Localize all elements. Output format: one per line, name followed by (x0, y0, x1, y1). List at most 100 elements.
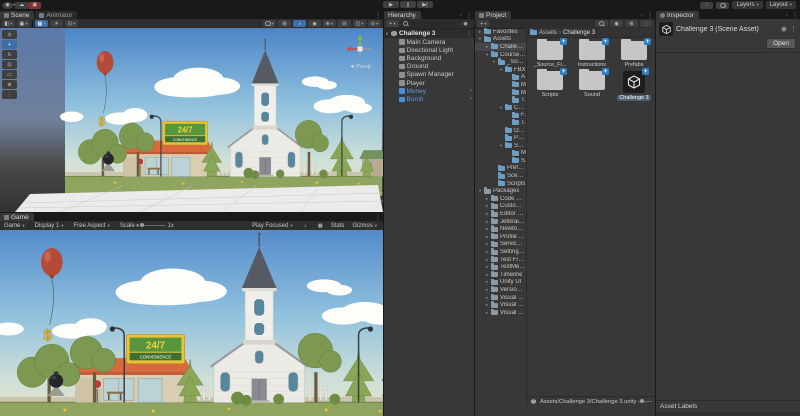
transform-tool-button[interactable]: ⊕ (2, 80, 17, 89)
project-search-icon[interactable] (595, 20, 608, 27)
scale-tool-button[interactable]: ⊡ (2, 60, 17, 69)
tab-animator[interactable]: Animator (35, 11, 78, 19)
cloud-icon[interactable]: ☁ (15, 1, 29, 9)
expander-icon[interactable]: ▸ (484, 203, 490, 209)
component-icons-dropdown[interactable]: ◫ ▾ (353, 20, 366, 27)
project-menu-icon[interactable]: ⋮ (645, 12, 655, 19)
hierarchy-item[interactable]: Background (384, 54, 474, 62)
expander-icon[interactable]: ▸ (484, 310, 490, 316)
expander-icon[interactable]: ▾ (491, 59, 497, 65)
hierarchy-item[interactable]: Bomb › (384, 95, 474, 103)
grid-item[interactable]: + Challenge 3 (613, 68, 655, 101)
gizmos-dropdown-scene[interactable]: ⊙ ▾ (368, 20, 381, 27)
hierarchy-add-button[interactable]: + ▾ (386, 20, 399, 27)
inspector-help-icon[interactable]: ◉ (781, 25, 787, 33)
grid-zoom-slider[interactable] (638, 399, 653, 404)
project-tree-item[interactable]: ▾ _Source_Files (475, 58, 526, 66)
expander-icon[interactable]: ▸ (484, 295, 490, 301)
scene-audio-toggle[interactable]: ♪ (293, 20, 306, 27)
game-panel-menu-icon[interactable]: ⋮ (373, 214, 383, 221)
project-tree-item[interactable]: ▸ Services Core (475, 240, 526, 249)
project-tree-item[interactable]: Music (475, 149, 526, 158)
move-tool-button[interactable]: + (2, 40, 17, 49)
project-tree-item[interactable]: ▸ Editor Coroutines (475, 210, 526, 218)
collab-alert-icon[interactable]: ▣ (28, 1, 42, 9)
project-tree-item[interactable]: ▸ Timeline (475, 271, 526, 279)
expander-icon[interactable]: ▸ (484, 211, 490, 217)
project-tree-item[interactable]: ▾ Characters (475, 103, 526, 112)
project-tree-item[interactable]: Textures (475, 96, 526, 104)
hierarchy-item[interactable]: Spawn Manager (384, 71, 474, 79)
project-tree-item[interactable]: ▾ Sound (475, 141, 526, 150)
account-icon[interactable]: ◉ (2, 1, 13, 9)
lighting-toggle[interactable]: ☀ (50, 20, 63, 27)
scene-gizmo-btn-2[interactable]: ⊟ (338, 20, 351, 27)
rect-tool-button[interactable]: ▭ (2, 70, 17, 79)
expander-icon[interactable]: ▸ (484, 234, 490, 240)
view-tool-button[interactable]: ⊙ (2, 30, 17, 39)
project-tree-item[interactable]: ▸ Unity UI (475, 278, 526, 287)
hierarchy-search-input[interactable] (401, 20, 457, 27)
hierarchy-item[interactable]: Ground (384, 63, 474, 71)
project-hidden-icon[interactable]: ⊞ (625, 20, 638, 27)
undo-history-icon[interactable]: ◌ (700, 1, 714, 9)
project-tree-item[interactable]: ▸ Favorites (475, 28, 526, 36)
custom-tool-button[interactable]: ⋮ (2, 90, 17, 99)
project-tree-item[interactable]: ▸ Visual Scripting (475, 293, 526, 302)
tab-project[interactable]: Project (475, 11, 512, 19)
project-tree-item[interactable]: Prefabs (475, 164, 526, 173)
expander-icon[interactable]: ▸ (484, 241, 490, 247)
expander-icon[interactable]: ▸ (484, 279, 490, 285)
expander-icon[interactable]: ▾ (498, 67, 504, 73)
draw-mode-dropdown[interactable]: ◧ ▾ (2, 20, 15, 27)
tab-scene[interactable]: Scene (0, 11, 35, 19)
expander-icon[interactable]: ▸ (484, 226, 490, 232)
step-button[interactable]: ▶| (417, 1, 433, 8)
play-button[interactable]: ▶ (383, 1, 399, 8)
expander-icon[interactable]: ▸ (484, 257, 490, 263)
project-tree-item[interactable]: ▸ JetBrains Rider Editor (475, 217, 526, 226)
breadcrumb-current[interactable]: Challenge 3 (563, 30, 595, 36)
search-icon[interactable] (716, 1, 730, 9)
scene-search-icon[interactable]: ▾ (263, 20, 276, 27)
grid-item[interactable]: + _Source_Fi... (529, 38, 571, 68)
project-tree-item[interactable]: ▸ Profile Analyzer (475, 233, 526, 241)
project-tree-item[interactable]: ▸ Challenge 3 (475, 43, 526, 51)
project-add-button[interactable]: + ▾ (477, 20, 490, 27)
panel-menu-icon[interactable]: ⋮ (373, 12, 383, 19)
project-tree-item[interactable]: ▸ Visual Studio Code (475, 301, 526, 309)
breadcrumb-root[interactable]: Assets (539, 30, 557, 36)
open-scene-button[interactable]: Open (766, 38, 796, 49)
hierarchy-menu-icon[interactable]: ⋮ (464, 12, 474, 19)
effects-dropdown[interactable]: ⊡ ▾ (65, 20, 78, 27)
project-tree-item[interactable]: Materials (475, 81, 526, 89)
scene-gizmo-btn-1[interactable]: ⊕ ▾ (323, 20, 336, 27)
expander-icon[interactable]: ▾ (498, 143, 504, 149)
expander-icon[interactable]: ▸ (484, 264, 490, 270)
expander-icon[interactable]: ▾ (477, 36, 483, 42)
gizmos-dropdown-game[interactable]: Gizmos ▾ (348, 222, 381, 230)
project-tree-item[interactable]: ▸ Custom NUnit (475, 202, 526, 211)
hierarchy-item[interactable]: Money › (384, 87, 474, 95)
expander-icon[interactable]: ▸ (484, 302, 490, 308)
project-options-icon[interactable]: ⋮ (640, 20, 653, 27)
tab-inspector[interactable]: Inspector (656, 11, 699, 19)
project-tree-item[interactable]: ▾ FBX (475, 65, 526, 74)
tab-hierarchy[interactable]: Hierarchy (384, 11, 421, 19)
project-tree-item[interactable]: ▾ Assets (475, 35, 526, 44)
game-viewport[interactable] (0, 230, 383, 416)
project-tree-item[interactable]: ▸ Version Control (475, 286, 526, 294)
game-scale-slider[interactable]: Scale ● 1x (120, 223, 174, 229)
gizmo-persp-label[interactable]: ◄ Persp (343, 64, 377, 70)
project-tree-item[interactable]: ▸ Settings Manager (475, 248, 526, 256)
tab-game[interactable]: Game (0, 213, 34, 221)
project-tree-item[interactable]: Animations (475, 73, 526, 82)
game-view-dropdown[interactable]: Game ▾ (0, 222, 29, 230)
project-tree-item[interactable]: ▾ Course Library (475, 50, 526, 59)
scene-viewport[interactable]: 24/7 CONVENIENCE (0, 28, 383, 212)
scene-camera-dropdown[interactable]: ▣ ▾ (17, 20, 30, 27)
project-tree-item[interactable]: Particles (475, 134, 526, 142)
grid-item[interactable]: + Instructions (571, 38, 613, 68)
hierarchy-item[interactable]: Player (384, 79, 474, 87)
grid-item[interactable]: + Sound (571, 68, 613, 101)
